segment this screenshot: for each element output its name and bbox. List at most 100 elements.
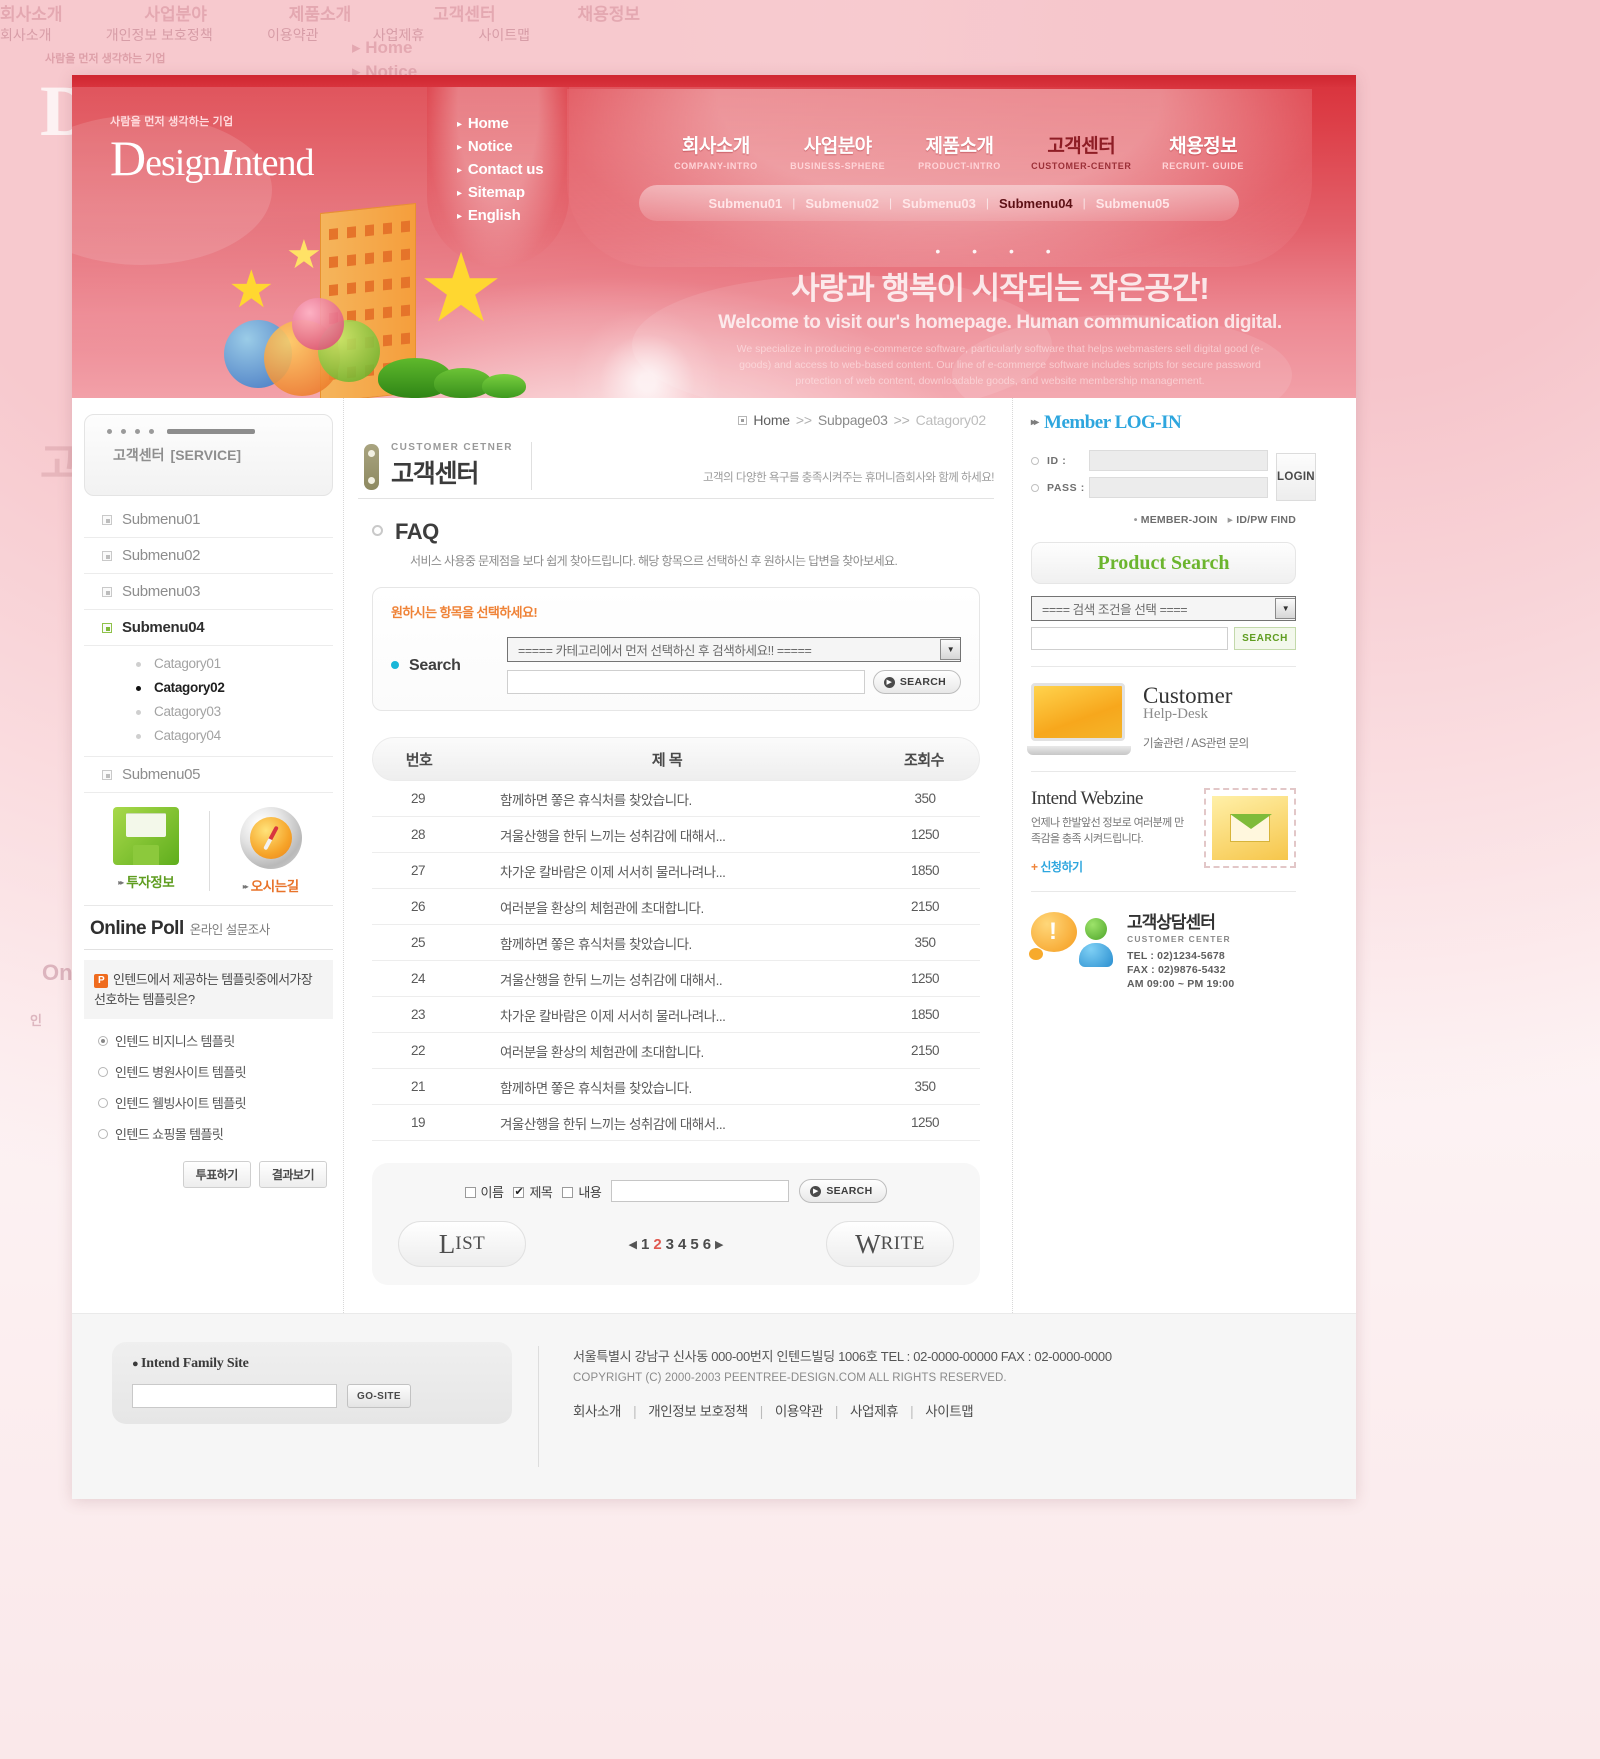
table-search-input[interactable] [611, 1180, 790, 1202]
sidebar-item-submenu01[interactable]: Submenu01 [84, 502, 333, 538]
poll-option-4[interactable]: 인텐드 쇼핑몰 템플릿 [84, 1124, 333, 1143]
nav-item-company[interactable]: 회사소개 COMPANY-INTRO [655, 131, 777, 171]
breadcrumb-home[interactable]: Home [753, 412, 790, 428]
list-button[interactable]: L IST [398, 1221, 526, 1267]
table-row[interactable]: 29 함께하면 쫗은 휴식처를 찾았습니다. 350 [372, 781, 980, 817]
nav-item-product[interactable]: 제품소개 PRODUCT-INTRO [899, 131, 1021, 171]
quicknav-item-home[interactable]: Home [457, 115, 569, 132]
footer-link-partnership[interactable]: 사업제휴 [850, 1404, 898, 1419]
row-title[interactable]: 함께하면 쫗은 휴식처를 찾았습니다. [464, 933, 870, 953]
prev-page-icon[interactable]: ◀ [629, 1238, 637, 1251]
login-button[interactable]: LOGIN [1276, 453, 1316, 501]
table-row[interactable]: 28 겨울산행을 한뒤 느끼는 성취감에 대해서... 1250 [372, 817, 980, 853]
family-site-input[interactable] [132, 1384, 337, 1408]
nav-item-business[interactable]: 사업분야 BUSINESS-SPHERE [777, 131, 899, 171]
faq-search-button[interactable]: ▶ SEARCH [872, 670, 961, 694]
sidebar-item-submenu03[interactable]: Submenu03 [84, 574, 333, 610]
breadcrumb-level2[interactable]: Subpage03 [818, 412, 888, 428]
row-title[interactable]: 겨울산행을 한뒤 느끼는 성취감에 대해서... [464, 825, 870, 845]
poll-option-3[interactable]: 인텐드 웰빙사이트 템플릿 [84, 1093, 333, 1112]
id-pw-find-link[interactable]: ID/PW FIND [1228, 514, 1296, 526]
subnav-item-04[interactable]: Submenu04 [999, 196, 1073, 211]
checkbox-icon[interactable] [464, 1186, 476, 1198]
footer-link-company[interactable]: 회사소개 [573, 1404, 621, 1419]
footer-link-terms[interactable]: 이용약관 [775, 1404, 823, 1419]
page-3[interactable]: 3 [666, 1236, 674, 1253]
banner-directions[interactable]: 오시는길 [208, 807, 334, 895]
banner-investor-info[interactable]: 투자정보 [84, 807, 209, 895]
sidebar-item-submenu05[interactable]: Submenu05 [84, 757, 333, 793]
row-title[interactable]: 함께하면 쫗은 휴식처를 찾았습니다. [464, 789, 870, 809]
table-row[interactable]: 23 차가운 칼바람은 이제 서서히 물러나려나... 1850 [372, 997, 980, 1033]
poll-results-button[interactable]: 결과보기 [258, 1161, 327, 1188]
table-row[interactable]: 25 함께하면 쫗은 휴식처를 찾았습니다. 350 [372, 925, 980, 961]
sidebar-item-catagory01[interactable]: Catagory01 [84, 652, 333, 676]
page-5[interactable]: 5 [690, 1236, 698, 1253]
help-desk-section[interactable]: Customer Help-Desk 기술관련 / AS관련 문의 [1027, 666, 1296, 755]
vote-button[interactable]: 투표하기 [182, 1161, 251, 1188]
faq-header: FAQ 서비스 사용중 문제점을 보다 쉽게 찾아드립니다. 해당 항목으르 선… [358, 499, 994, 569]
table-row[interactable]: 22 여러분을 환상의 체험관에 초대합니다. 2150 [372, 1033, 980, 1069]
table-row[interactable]: 24 겨울산행을 한뒤 느끼는 성취감에 대해서.. 1250 [372, 961, 980, 997]
webzine-section[interactable]: Intend Webzine 언제나 한발앞선 정보로 여러분께 만족감을 충족… [1031, 771, 1296, 875]
hero-copy: • • • • 사랑과 행복이 시작되는 작은공간! Welcome to vi… [680, 243, 1320, 389]
page-2[interactable]: 2 [653, 1236, 661, 1253]
subnav-item-01[interactable]: Submenu01 [709, 196, 783, 211]
next-page-icon[interactable]: ▶ [715, 1238, 723, 1251]
faq-search-input[interactable] [507, 670, 865, 694]
product-search-input[interactable] [1031, 627, 1228, 650]
table-row[interactable]: 26 여러분을 환상의 체험관에 초대합니다. 2150 [372, 889, 980, 925]
page-6[interactable]: 6 [703, 1236, 711, 1253]
row-title[interactable]: 여러분을 환상의 체험관에 초대합니다. [464, 897, 870, 917]
row-title[interactable]: 차가운 칼바람은 이제 서서히 물러나려나... [464, 1005, 870, 1025]
footer-link-sitemap[interactable]: 사이트맵 [925, 1404, 973, 1419]
poll-option-1[interactable]: 인텐드 비지니스 템플릿 [84, 1031, 333, 1050]
nav-item-customer[interactable]: 고객센터 CUSTOMER-CENTER [1020, 131, 1142, 171]
hero-illustration: ★ ★ ★ [182, 173, 602, 398]
row-title[interactable]: 겨울산행을 한뒤 느끼는 성취감에 대해서.. [464, 969, 870, 989]
footer-link-privacy[interactable]: 개인정보 보호정책 [648, 1404, 748, 1419]
subnav-item-03[interactable]: Submenu03 [902, 196, 976, 211]
nav-item-recruit[interactable]: 채용정보 RECRUIT- GUIDE [1142, 131, 1264, 171]
column-header-no: 번호 [405, 751, 433, 769]
poll-option-2[interactable]: 인텐드 병원사이트 템플릿 [84, 1062, 333, 1081]
checkbox-icon[interactable] [562, 1186, 574, 1198]
filter-name[interactable]: 이름 [464, 1182, 504, 1201]
nav-label-ko: 고객센터 [1047, 136, 1116, 157]
go-site-button[interactable]: GO-SITE [347, 1384, 411, 1408]
member-join-link[interactable]: MEMBER-JOIN [1134, 514, 1218, 526]
category-select[interactable]: ===== 카테고리에서 먼저 선택하신 후 검색하세요!! ===== ▼ [507, 637, 961, 662]
product-search-select[interactable]: ==== 검색 조건을 선택 ==== ▼ [1031, 596, 1296, 621]
row-title[interactable]: 함께하면 쫗은 휴식처를 찾았습니다. [464, 1077, 870, 1097]
checkbox-icon[interactable] [513, 1185, 525, 1198]
row-title[interactable]: 여러분을 환상의 체험관에 초대합니다. [464, 1041, 870, 1061]
product-search-button[interactable]: SEARCH [1234, 627, 1296, 650]
login-pass-row: PASS : [1031, 477, 1268, 498]
sidebar-item-submenu04[interactable]: Submenu04 [84, 610, 333, 646]
quicknav-item-notice[interactable]: Notice [457, 138, 569, 155]
page-1[interactable]: 1 [641, 1236, 649, 1253]
webzine-subscribe-link[interactable]: + 신청하기 [1031, 858, 1192, 875]
subnav-item-02[interactable]: Submenu02 [805, 196, 879, 211]
password-field[interactable] [1089, 477, 1268, 498]
id-field[interactable] [1089, 450, 1268, 471]
table-search-button[interactable]: ▶ SEARCH [799, 1179, 888, 1203]
page-4[interactable]: 4 [678, 1236, 686, 1253]
table-row[interactable]: 19 겨울산행을 한뒤 느끼는 성취감에 대해서... 1250 [372, 1105, 980, 1141]
write-button[interactable]: W RITE [826, 1221, 954, 1267]
product-search-row: SEARCH [1031, 627, 1296, 650]
sidebar-subitem-label: Catagory04 [154, 728, 221, 743]
sidebar-item-catagory03[interactable]: Catagory03 [84, 700, 333, 724]
row-title[interactable]: 차가운 칼바람은 이제 서서히 물러나려나... [464, 861, 870, 881]
chevron-down-icon[interactable]: ▼ [1275, 598, 1295, 619]
table-row[interactable]: 27 차가운 칼바람은 이제 서서히 물러나려나... 1850 [372, 853, 980, 889]
sidebar-item-submenu02[interactable]: Submenu02 [84, 538, 333, 574]
row-title[interactable]: 겨울산행을 한뒤 느끼는 성취감에 대해서... [464, 1113, 870, 1133]
filter-content[interactable]: 내용 [562, 1182, 602, 1201]
chevron-down-icon[interactable]: ▼ [940, 639, 960, 660]
sidebar-item-catagory04[interactable]: Catagory04 [84, 724, 333, 748]
sidebar-item-catagory02[interactable]: Catagory02 [84, 676, 333, 700]
filter-title[interactable]: 제목 [513, 1182, 553, 1201]
table-row[interactable]: 21 함께하면 쫗은 휴식처를 찾았습니다. 350 [372, 1069, 980, 1105]
subnav-item-05[interactable]: Submenu05 [1096, 196, 1170, 211]
